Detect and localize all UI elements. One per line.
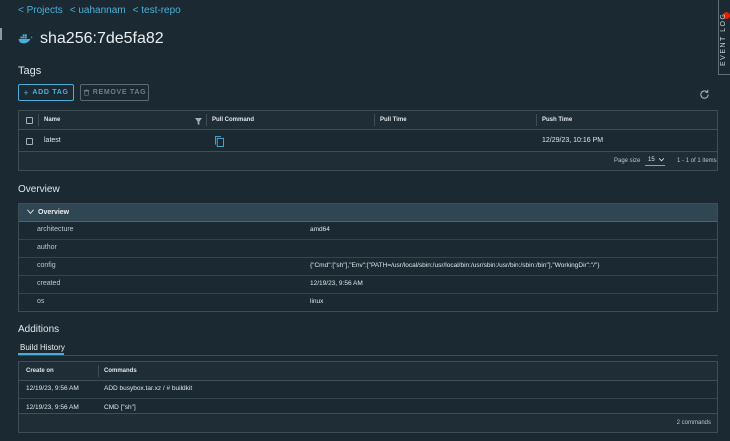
tags-section-title: Tags — [18, 65, 42, 77]
overview-key: author — [37, 244, 57, 251]
page-size-label: Page size — [614, 158, 641, 164]
active-tab-indicator — [18, 353, 64, 355]
page-header: sha256:7de5fa82 — [18, 30, 164, 48]
column-separator — [374, 114, 375, 126]
breadcrumb-projects-link[interactable]: < Projects — [18, 5, 63, 16]
build-created: 12/19/23, 9:56 AM — [26, 385, 79, 392]
table-row: latest 12/29/23, 10:16 PM — [19, 129, 717, 153]
column-header-push-time[interactable]: Push Time — [542, 117, 572, 123]
tag-name: latest — [44, 137, 61, 144]
build-history-header: Create on Commands — [19, 362, 717, 381]
tags-grid-footer: Page size 15 1 - 1 of 1 items — [19, 151, 717, 170]
overview-value: 12/19/23, 9:56 AM — [310, 280, 363, 287]
column-separator — [98, 365, 99, 377]
overview-key: os — [37, 298, 45, 305]
breadcrumb-repo-link[interactable]: < test-repo — [133, 5, 181, 16]
overview-value: linux — [310, 298, 324, 305]
overview-row-os: os linux — [19, 293, 717, 311]
remove-tag-button[interactable]: REMOVE TAG — [80, 84, 149, 101]
column-header-create-on[interactable]: Create on — [26, 368, 54, 374]
row-checkbox[interactable] — [26, 138, 33, 145]
build-command: ADD busybox.tar.xz / # buildkit — [104, 385, 193, 392]
column-header-pull-command[interactable]: Pull Command — [212, 117, 254, 123]
overview-panel: Overview architecture amd64 author confi… — [18, 203, 718, 312]
overview-row-author: author — [19, 239, 717, 258]
overview-section-title: Overview — [18, 184, 60, 195]
tab-divider — [18, 355, 718, 356]
breadcrumb: < Projects < uahannam < test-repo — [18, 5, 181, 16]
add-tag-button[interactable]: + ADD TAG — [18, 84, 74, 101]
build-command: CMD ["sh"] — [104, 404, 136, 411]
overview-key: architecture — [37, 226, 74, 233]
refresh-icon[interactable] — [699, 89, 710, 100]
event-log-label: EVENT LOG — [720, 12, 727, 66]
event-log-tab[interactable]: EVENT LOG — [718, 0, 730, 75]
table-row: 12/19/23, 9:56 AM ADD busybox.tar.xz / #… — [19, 380, 717, 399]
page-title: sha256:7de5fa82 — [40, 30, 164, 47]
sidebar-collapse-handle[interactable] — [0, 28, 2, 40]
commands-count: 2 commands — [676, 420, 711, 426]
plus-icon: + — [23, 87, 30, 98]
build-history-footer: 2 commands — [19, 413, 717, 432]
build-created: 12/19/23, 9:56 AM — [26, 404, 79, 411]
column-separator — [536, 114, 537, 126]
select-all-checkbox[interactable] — [26, 117, 33, 124]
filter-icon[interactable] — [195, 118, 202, 125]
tags-grid-header: Name Pull Command Pull Time Push Time — [19, 111, 717, 130]
page-size-value: 15 — [648, 157, 655, 163]
docker-icon — [18, 34, 33, 44]
breadcrumb-project-link[interactable]: < uahannam — [70, 5, 126, 16]
overview-accordion-header[interactable]: Overview — [19, 204, 717, 222]
copy-icon[interactable] — [215, 136, 224, 147]
page-size-select[interactable]: 15 — [645, 157, 665, 166]
build-history-datagrid: Create on Commands 12/19/23, 9:56 AM ADD… — [18, 361, 718, 433]
overview-header-label: Overview — [38, 209, 70, 216]
overview-row-config: config {"Cmd":["sh"],"Env":["PATH=/usr/l… — [19, 257, 717, 276]
add-tag-label: ADD TAG — [32, 89, 69, 96]
column-separator — [38, 114, 39, 126]
chevron-down-icon — [27, 209, 34, 214]
tab-build-history[interactable]: Build History — [20, 343, 65, 352]
overview-value: {"Cmd":["sh"],"Env":["PATH=/usr/local/sb… — [310, 262, 600, 269]
additions-section-title: Additions — [18, 324, 60, 335]
overview-key: created — [37, 280, 61, 287]
trash-icon — [83, 89, 90, 96]
column-separator — [206, 114, 207, 126]
tags-datagrid: Name Pull Command Pull Time Push Time la… — [18, 110, 718, 171]
overview-row-created: created 12/19/23, 9:56 AM — [19, 275, 717, 294]
column-header-commands[interactable]: Commands — [104, 368, 137, 374]
overview-key: config — [37, 262, 56, 269]
column-header-name[interactable]: Name — [44, 117, 60, 123]
column-header-pull-time[interactable]: Pull Time — [380, 117, 407, 123]
chevron-down-icon — [659, 158, 664, 162]
pagination-range: 1 - 1 of 1 items — [677, 158, 717, 164]
overview-value: amd64 — [310, 226, 330, 233]
overview-row-architecture: architecture amd64 — [19, 221, 717, 240]
push-time: 12/29/23, 10:16 PM — [542, 137, 604, 144]
remove-tag-label: REMOVE TAG — [92, 89, 147, 96]
